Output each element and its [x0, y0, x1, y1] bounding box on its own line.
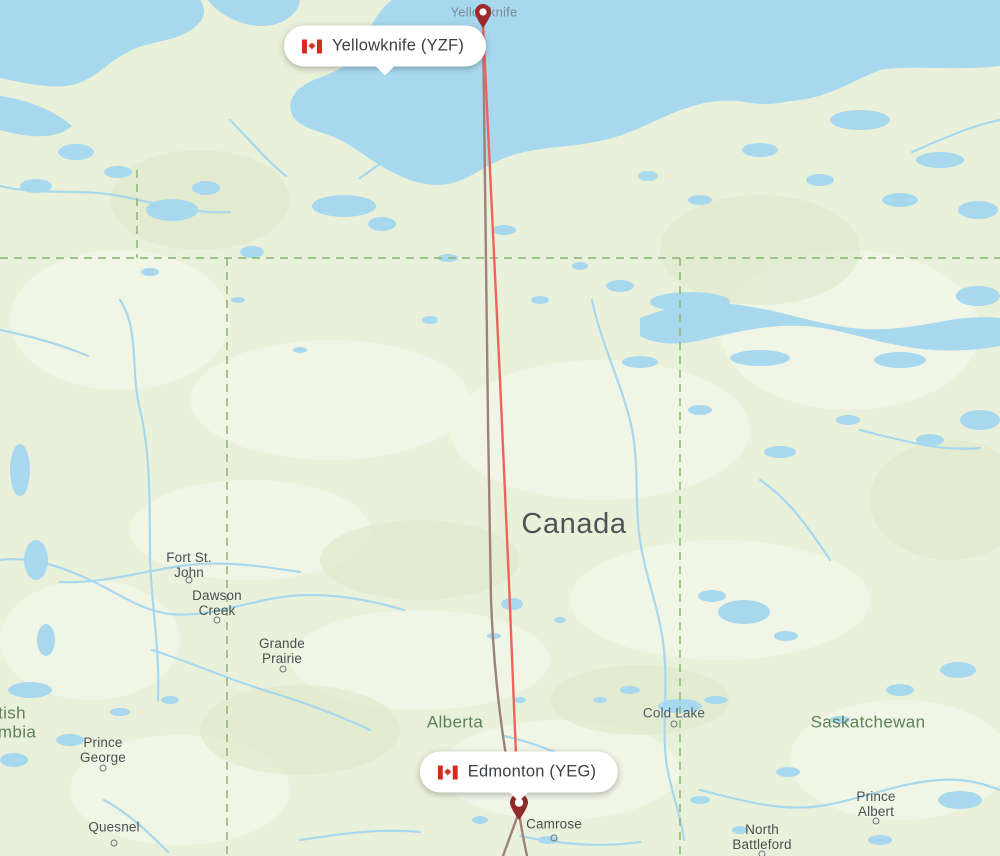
callout-edmonton[interactable]: Edmonton (YEG) — [419, 751, 619, 802]
flight-route-map[interactable]: Yellowknife (YZF) Edmonton (YEG) Canada … — [0, 0, 1000, 856]
flight-route-lines — [481, 22, 529, 856]
map-pin-icon — [475, 4, 491, 28]
canada-flag-icon — [437, 765, 458, 779]
callout-tail — [374, 64, 396, 76]
callout-tail — [508, 790, 530, 802]
canada-flag-icon — [301, 39, 322, 53]
callout-yellowknife[interactable]: Yellowknife (YZF) — [283, 25, 487, 76]
callout-label: Edmonton (YEG) — [467, 762, 597, 781]
callout-label: Yellowknife (YZF) — [331, 36, 465, 55]
